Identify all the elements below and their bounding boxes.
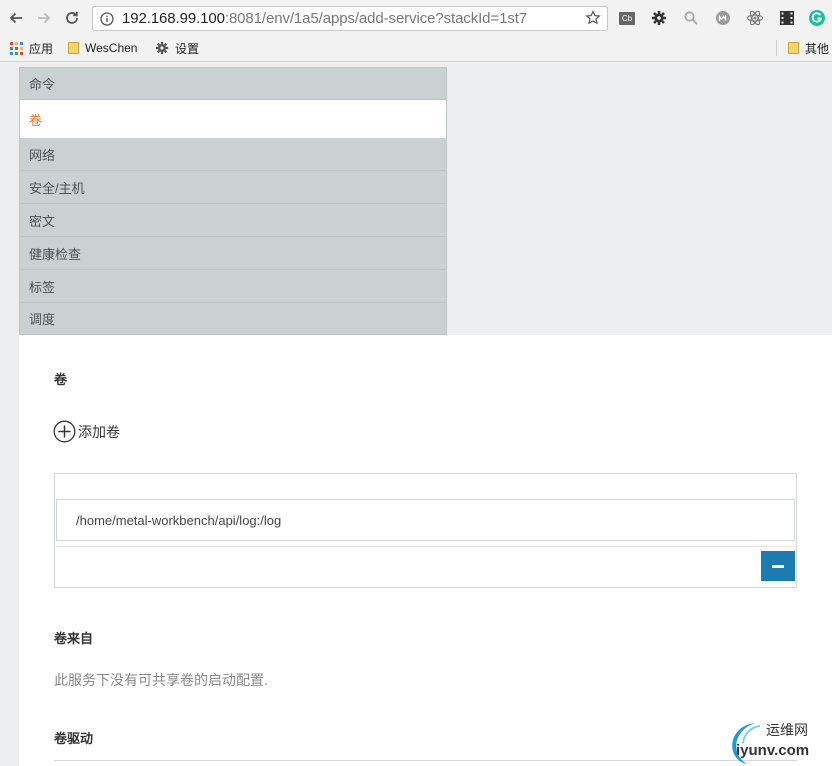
grammarly-icon (809, 10, 825, 26)
bookmark-label: WesChen (85, 41, 138, 55)
volumes-from-title: 卷来自 (54, 631, 94, 646)
tab-label: 密文 (29, 213, 56, 229)
tab-labels[interactable]: 标签 (20, 270, 446, 303)
forward-button[interactable] (34, 8, 54, 28)
bookmarks-divider (776, 40, 777, 56)
tab-command[interactable]: 命令 (20, 68, 446, 100)
tab-network[interactable]: 网络 (20, 138, 446, 171)
service-config-tabs: 命令 卷 网络 安全/主机 密文 健康检查 标签 调度 (19, 67, 447, 335)
tab-security-host[interactable]: 安全/主机 (20, 171, 446, 204)
bookmark-star-icon[interactable] (585, 10, 601, 26)
bookmark-label: 设置 (175, 41, 200, 56)
bookmark-apps[interactable]: 应用 (10, 40, 53, 56)
gear-icon (652, 11, 666, 25)
watermark-cn: 运维网 (766, 722, 808, 738)
tab-scheduling[interactable]: 调度 (20, 303, 446, 334)
tab-label: 标签 (29, 279, 56, 295)
atom-icon (746, 10, 764, 26)
extension-search[interactable] (682, 9, 700, 27)
tab-secrets[interactable]: 密文 (20, 204, 446, 237)
watermark-en: iyunv.com (736, 742, 810, 759)
volumes-title: 卷 (54, 372, 68, 387)
divider (56, 546, 795, 547)
bookmark-label: 应用 (29, 41, 54, 56)
tab-label: 卷 (29, 112, 43, 128)
tab-label: 安全/主机 (29, 180, 85, 196)
bookmark-label: 其他 (805, 41, 830, 56)
url-host: 192.168.99.100 (122, 10, 225, 27)
page: 命令 卷 网络 安全/主机 密文 健康检查 标签 调度 卷 添加卷 /home/… (19, 62, 832, 766)
info-icon[interactable] (100, 11, 114, 26)
gear-icon (155, 41, 169, 55)
m-circle-icon (716, 11, 730, 25)
extension-react[interactable] (746, 9, 764, 27)
add-volume-label: 添加卷 (78, 423, 120, 440)
tab-volumes[interactable]: 卷 (20, 100, 446, 138)
address-bar[interactable]: 192.168.99.100:8081/env/1a5/apps/add-ser… (92, 6, 608, 31)
reload-button[interactable] (62, 8, 82, 28)
back-arrow-icon (9, 12, 22, 24)
volume-path-value: /home/metal-workbench/api/log:/log (76, 512, 282, 528)
extension-cb[interactable]: Cb (618, 9, 636, 27)
extension-m[interactable] (714, 9, 732, 27)
film-icon (780, 11, 794, 25)
minus-icon (772, 564, 784, 568)
volume-path-field[interactable]: /home/metal-workbench/api/log:/log (56, 499, 795, 541)
cb-extension-icon: Cb (619, 11, 635, 25)
folder-icon (788, 42, 799, 54)
remove-volume-button[interactable] (761, 551, 795, 581)
forward-arrow-icon (38, 12, 51, 24)
bookmark-weschen[interactable]: WesChen (68, 40, 137, 56)
extension-film[interactable] (778, 9, 796, 27)
volume-list: /home/metal-workbench/api/log:/log (54, 473, 797, 588)
extension-grammarly[interactable] (808, 9, 826, 27)
tab-health-check[interactable]: 健康检查 (20, 237, 446, 270)
bookmark-settings[interactable]: 设置 (155, 40, 199, 56)
watermark-logo: 运维网 iyunv.com (726, 718, 832, 766)
volume-driver-title: 卷驱动 (54, 731, 94, 746)
extension-gear[interactable] (650, 9, 668, 27)
back-button[interactable] (6, 8, 26, 28)
add-volume-button[interactable]: 添加卷 (53, 420, 120, 443)
bookmarks-bar: 应用 WesChen 设置 其他 (0, 36, 832, 62)
browser-toolbar: 192.168.99.100:8081/env/1a5/apps/add-ser… (0, 0, 832, 36)
url-path: :8081/env/1a5/apps/add-service?stackId=1… (224, 10, 528, 27)
bookmark-other[interactable]: 其他 (788, 40, 829, 56)
magnifier-icon (684, 11, 698, 25)
tab-label: 网络 (29, 147, 56, 163)
folder-icon (68, 42, 79, 54)
volumes-from-hint: 此服务下没有可共享卷的启动配置. (54, 672, 268, 688)
volume-driver-field-edge[interactable] (54, 760, 797, 761)
apps-grid-icon (10, 41, 23, 55)
tab-label: 命令 (29, 77, 56, 92)
reload-icon (66, 11, 78, 24)
volumes-panel: 卷 添加卷 /home/metal-workbench/api/log:/log… (19, 335, 832, 766)
url-text: 192.168.99.100:8081/env/1a5/apps/add-ser… (122, 10, 527, 27)
tab-label: 健康检查 (29, 246, 82, 262)
plus-circle-icon (53, 420, 76, 443)
tab-label: 调度 (29, 312, 56, 327)
